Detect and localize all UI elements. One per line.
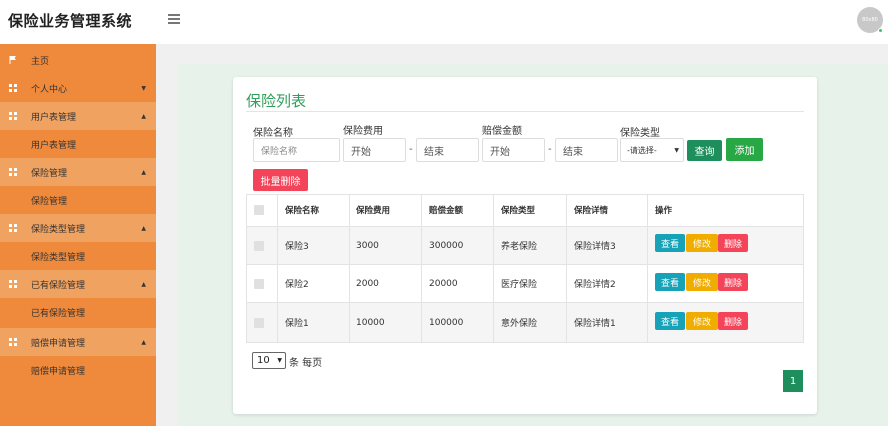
payout-end-input[interactable]: 结束 — [555, 138, 618, 162]
sidebar-subitem-insurance[interactable]: 保险管理 — [0, 186, 156, 214]
sidebar-subitem-label: 保险类型管理 — [31, 252, 86, 263]
chevron-up-icon: ▲ — [141, 225, 146, 232]
grid-icon — [9, 280, 17, 288]
table-frame — [246, 194, 804, 343]
chevron-up-icon: ▲ — [141, 113, 146, 120]
grid-icon — [9, 224, 17, 232]
query-button[interactable]: 查询 — [687, 140, 722, 161]
sidebar-subitem-claims[interactable]: 赔偿申请管理 — [0, 356, 156, 384]
sidebar-item-claims[interactable]: 赔偿申请管理 ▲ — [0, 328, 156, 356]
type-filter-select[interactable]: -请选择- ▼ — [620, 138, 684, 162]
page-size-value: 10 — [257, 355, 270, 366]
flag-icon — [9, 56, 16, 64]
fee-filter-label: 保险费用 — [343, 126, 383, 137]
title-divider — [246, 111, 804, 112]
app-title: 保险业务管理系统 — [8, 12, 133, 30]
type-filter-label: 保险类型 — [620, 128, 660, 139]
column-divider — [566, 194, 567, 343]
name-filter-input[interactable]: 保险名称 — [253, 138, 340, 162]
chevron-up-icon: ▲ — [141, 169, 146, 176]
column-divider — [647, 194, 648, 343]
grid-icon — [9, 168, 17, 176]
fee-end-input[interactable]: 结束 — [416, 138, 479, 162]
column-divider — [349, 194, 350, 343]
sidebar-item-label: 个人中心 — [31, 84, 68, 95]
sidebar-item-label: 主页 — [31, 56, 50, 67]
sidebar-item-home[interactable]: 主页 — [0, 46, 156, 74]
grid-icon — [9, 84, 17, 92]
sidebar-item-label: 保险管理 — [31, 168, 68, 179]
type-filter-value: -请选择- — [627, 145, 657, 155]
sidebar-item-insurance-types[interactable]: 保险类型管理 ▲ — [0, 214, 156, 242]
page-title: 保险列表 — [246, 92, 307, 110]
sidebar-subitem-label: 用户表管理 — [31, 140, 77, 151]
sidebar-subitem-owned-insurance[interactable]: 已有保险管理 — [0, 298, 156, 326]
sidebar-item-label: 赔偿申请管理 — [31, 338, 86, 349]
chevron-down-icon: ▼ — [141, 85, 146, 92]
fee-range-dash: - — [409, 144, 413, 155]
fee-start-input[interactable]: 开始 — [343, 138, 406, 162]
top-bar: 保险业务管理系统 80x80 — [0, 0, 888, 44]
payout-start-input[interactable]: 开始 — [482, 138, 545, 162]
payout-range-dash: - — [548, 144, 552, 155]
add-button[interactable]: 添加 — [726, 138, 763, 161]
sidebar-subitem-label: 保险管理 — [31, 196, 68, 207]
online-status-dot — [878, 28, 883, 33]
page-size-select[interactable]: 10 ▼ — [252, 352, 286, 369]
sidebar-subitem-users[interactable]: 用户表管理 — [0, 130, 156, 158]
sidebar-item-users[interactable]: 用户表管理 ▲ — [0, 102, 156, 130]
sidebar-item-label: 用户表管理 — [31, 112, 77, 123]
column-divider — [493, 194, 494, 343]
page-size-label: 条 每页 — [289, 358, 323, 369]
batch-delete-button[interactable]: 批量删除 — [253, 169, 308, 191]
sidebar-subitem-label: 赔偿申请管理 — [31, 366, 86, 377]
column-divider — [277, 194, 278, 343]
chevron-down-icon: ▼ — [277, 357, 282, 364]
payout-filter-label: 赔偿金额 — [482, 126, 522, 137]
name-filter-label: 保险名称 — [253, 128, 293, 139]
chevron-up-icon: ▲ — [141, 281, 146, 288]
sidebar-item-owned-insurance[interactable]: 已有保险管理 ▲ — [0, 270, 156, 298]
page-button-current[interactable]: 1 — [783, 370, 803, 392]
menu-toggle-icon[interactable] — [168, 14, 180, 24]
sidebar-item-label: 保险类型管理 — [31, 224, 86, 235]
column-divider — [421, 194, 422, 343]
sidebar-item-personal-center[interactable]: 个人中心 ▼ — [0, 74, 156, 102]
sidebar-subitem-insurance-types[interactable]: 保险类型管理 — [0, 242, 156, 270]
grid-icon — [9, 338, 17, 346]
grid-icon — [9, 112, 17, 120]
sidebar-item-label: 已有保险管理 — [31, 280, 86, 291]
chevron-down-icon: ▼ — [674, 147, 679, 154]
chevron-up-icon: ▲ — [141, 339, 146, 346]
sidebar-subitem-label: 已有保险管理 — [31, 308, 86, 319]
sidebar-item-insurance[interactable]: 保险管理 ▲ — [0, 158, 156, 186]
